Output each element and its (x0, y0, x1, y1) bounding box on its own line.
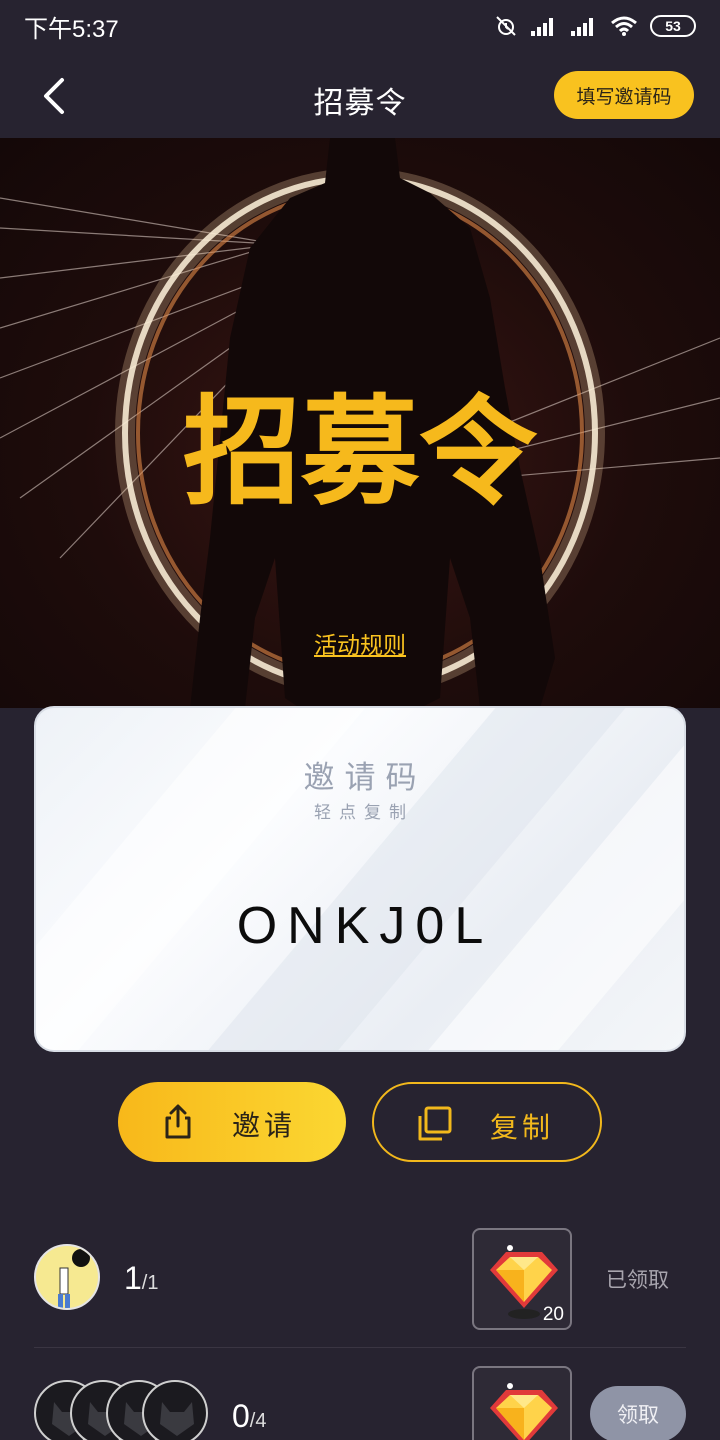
battery-icon: 53 (650, 15, 696, 37)
signal-icon (530, 15, 558, 37)
reward-count: 20 (542, 1304, 564, 1325)
wifi-icon (610, 15, 638, 37)
claim-button[interactable]: 领取 (590, 1386, 686, 1440)
invite-button-label: 邀请 (232, 1109, 297, 1142)
status-bar: 下午5:37 53 (0, 0, 720, 52)
reward-row: 0/4 领取 (34, 1348, 686, 1440)
hero-banner: 招募令 活动规则 (0, 138, 720, 708)
share-icon (165, 1104, 191, 1139)
header: 招募令 填写邀请码 (0, 52, 720, 138)
copy-button-label: 复制 (490, 1111, 555, 1144)
invite-code-label: 邀请码 (303, 760, 427, 796)
hero-title-art: 招募令 (183, 382, 538, 521)
gem-icon (490, 1383, 558, 1440)
status-time: 下午5:37 (24, 15, 119, 43)
reward-gem-box[interactable] (472, 1366, 572, 1440)
invite-button[interactable]: 邀请 (118, 1082, 346, 1162)
copy-icon (418, 1106, 452, 1141)
reward-gem-box[interactable]: 20 (472, 1228, 572, 1330)
claimed-status: 已领取 (606, 1268, 669, 1292)
hero-artwork: 招募令 (0, 138, 720, 708)
invite-progress: 1/1 (124, 1260, 159, 1296)
activity-rules-link[interactable]: 活动规则 (0, 626, 720, 660)
enter-invite-code-button[interactable]: 填写邀请码 (554, 71, 694, 119)
alarm-off-icon (494, 14, 518, 38)
avatar (34, 1244, 100, 1310)
tap-to-copy-hint: 轻点复制 (314, 803, 414, 823)
signal-icon (570, 15, 598, 37)
invite-code-card[interactable]: 邀请码 轻点复制 ONKJ0L (34, 706, 686, 1052)
reward-row: 1/1 20 已领取 (34, 1210, 686, 1348)
invite-code-value: ONKJ0L (236, 897, 494, 955)
avatar-placeholder (142, 1380, 208, 1440)
status-icons: 53 (494, 14, 696, 38)
copy-button[interactable]: 复制 (372, 1082, 602, 1162)
invite-progress: 0/4 (232, 1398, 267, 1434)
